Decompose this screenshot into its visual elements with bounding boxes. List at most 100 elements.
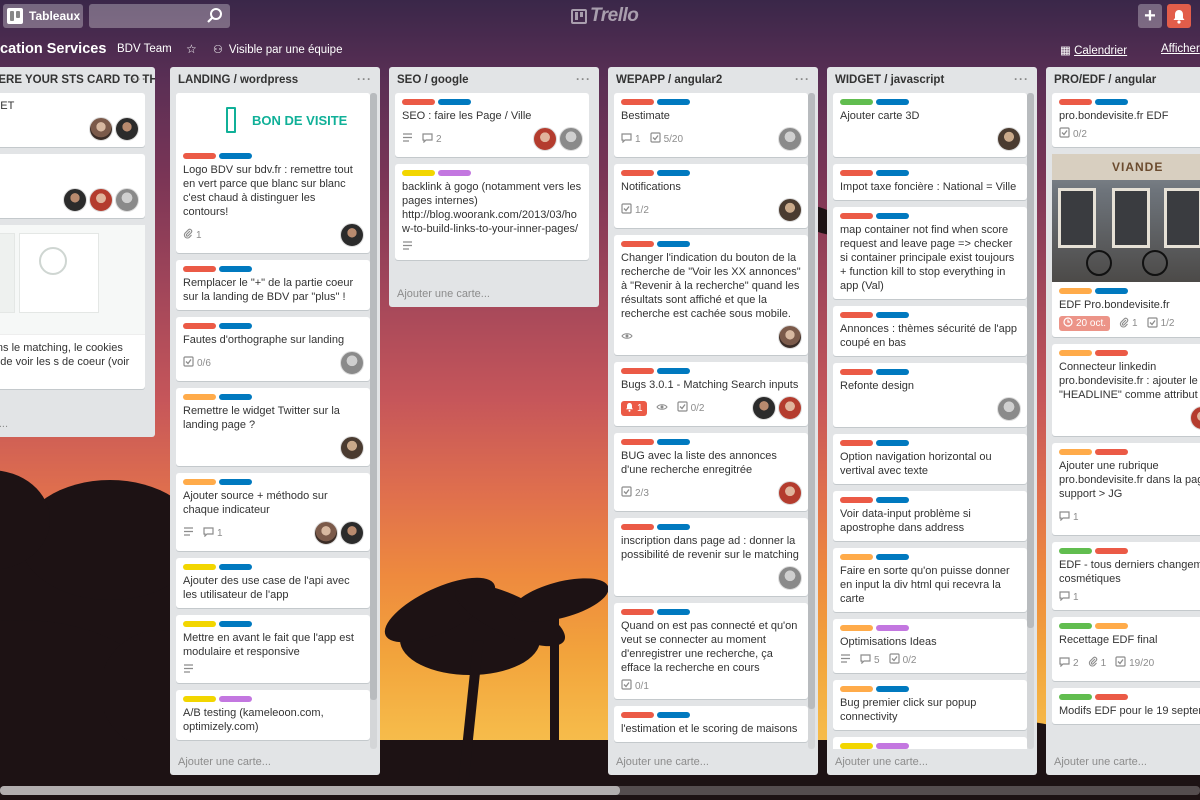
- member-avatar[interactable]: [559, 127, 583, 151]
- visibility-button[interactable]: ⚇ Visible par une équipe: [213, 43, 342, 56]
- list-title[interactable]: PRO/EDF / angular: [1046, 67, 1200, 93]
- list-menu-icon[interactable]: ···: [132, 72, 147, 86]
- member-avatar[interactable]: [89, 188, 113, 212]
- add-card-link[interactable]: une carte...: [0, 418, 8, 430]
- card[interactable]: [833, 737, 1027, 749]
- card[interactable]: Voir data-input problème si apostrophe d…: [833, 491, 1027, 541]
- card[interactable]: Mettre en avant le fait que l'app est mo…: [176, 615, 370, 683]
- list-title[interactable]: SEO / google: [389, 67, 599, 93]
- add-card-link[interactable]: Ajouter une carte...: [616, 756, 709, 768]
- card[interactable]: Changer l'indication du bouton de la rec…: [614, 235, 808, 355]
- list-menu-icon[interactable]: ···: [576, 72, 591, 86]
- card[interactable]: l'estimation et le scoring de maisons: [614, 706, 808, 742]
- card[interactable]: inscription dans page ad : donner la pos…: [614, 518, 808, 596]
- card[interactable]: Remplacer le "+" de la partie coeur sur …: [176, 260, 370, 310]
- card[interactable]: EDF - tous derniers changements cosmétiq…: [1052, 542, 1200, 610]
- list-title[interactable]: LANDING / wordpress: [170, 67, 380, 93]
- add-card-link[interactable]: Ajouter une carte...: [397, 288, 490, 300]
- card[interactable]: Impot taxe foncière : National = Ville: [833, 164, 1027, 200]
- member-avatar[interactable]: [778, 127, 802, 151]
- card[interactable]: SEO : faire les Page / Ville 2: [395, 93, 589, 157]
- card[interactable]: Modifs EDF pour le 19 septembre: [1052, 688, 1200, 724]
- scrollbar-thumb[interactable]: [370, 93, 377, 700]
- card[interactable]: VIANDE EDF Pro.bondevisite.fr 20 oct. 1 1/2: [1052, 154, 1200, 337]
- member-avatar[interactable]: [63, 188, 87, 212]
- member-avatar[interactable]: [778, 396, 802, 420]
- member-avatar[interactable]: [778, 481, 802, 505]
- member-avatar[interactable]: [997, 127, 1021, 151]
- add-card-link[interactable]: Ajouter une carte...: [835, 756, 928, 768]
- card[interactable]: Quand on est pas connecté et qu'on veut …: [614, 603, 808, 699]
- trello-logo[interactable]: Trello: [571, 5, 639, 27]
- star-icon[interactable]: ☆: [186, 42, 197, 56]
- list-title[interactable]: WIDGET / javascript: [827, 67, 1037, 93]
- card[interactable]: BON DE VISITE Logo BDV sur bdv.fr : remet…: [176, 93, 370, 253]
- card[interactable]: backlink à gogo (notamment vers les page…: [395, 164, 589, 260]
- card[interactable]: Ajouter des use case de l'api avec les u…: [176, 558, 370, 608]
- card[interactable]: Recettage EDF final 2 1 19/20: [1052, 617, 1200, 681]
- member-avatar[interactable]: [997, 397, 1021, 421]
- card[interactable]: Faire en sorte qu'on puisse donner en in…: [833, 548, 1027, 612]
- card[interactable]: pro.bondevisite.fr EDF 0/2: [1052, 93, 1200, 147]
- add-card-link[interactable]: Ajouter une carte...: [1054, 756, 1147, 768]
- card[interactable]: A/B testing (kameleoon.com, optimizely.c…: [176, 690, 370, 740]
- member-avatar[interactable]: [340, 521, 364, 545]
- member-avatar[interactable]: [89, 117, 113, 141]
- member-avatar[interactable]: [115, 117, 139, 141]
- member-avatar[interactable]: [778, 566, 802, 590]
- badge-text: 2: [1073, 657, 1079, 669]
- list-menu-icon[interactable]: ···: [357, 72, 372, 86]
- card[interactable]: map container not find when score reques…: [833, 207, 1027, 299]
- board-title[interactable]: cation Services: [0, 41, 106, 57]
- list-scrollbar[interactable]: [808, 93, 815, 749]
- card[interactable]: RS WIDGET: [0, 93, 145, 147]
- calendar-button[interactable]: ▦ Calendrier: [1060, 43, 1127, 57]
- boards-button[interactable]: Tableaux: [3, 4, 83, 28]
- list-menu-icon[interactable]: ···: [795, 72, 810, 86]
- member-avatar[interactable]: [752, 396, 776, 420]
- member-avatar[interactable]: [1190, 406, 1200, 430]
- card[interactable]: Ajouter une rubrique pro.bondevisite.fr …: [1052, 443, 1200, 535]
- card[interactable]: Ajouter carte 3D: [833, 93, 1027, 157]
- card[interactable]: RS API3/6: [0, 154, 145, 218]
- card[interactable]: Refonte design: [833, 363, 1027, 427]
- card[interactable]: Optimisations Ideas 5 0/2: [833, 619, 1027, 673]
- scrollbar-thumb[interactable]: [1027, 93, 1034, 628]
- member-avatar[interactable]: [340, 351, 364, 375]
- card-container: pro.bondevisite.fr EDF 0/2 VIANDE EDF Pro.b…: [1046, 93, 1200, 749]
- team-name[interactable]: BDV Team: [117, 43, 172, 55]
- card[interactable]: BUG avec la liste des annonces d'une rec…: [614, 433, 808, 511]
- card[interactable]: Bug premier click sur popup connectivity: [833, 680, 1027, 730]
- card[interactable]: Bestimate 1 5/20: [614, 93, 808, 157]
- card[interactable]: Option navigation horizontal ou vertival…: [833, 434, 1027, 484]
- list-menu-icon[interactable]: ···: [1014, 72, 1029, 86]
- add-button[interactable]: +: [1138, 4, 1162, 28]
- member-avatar[interactable]: [340, 223, 364, 247]
- card[interactable]: Ajouter source + méthodo sur chaque indi…: [176, 473, 370, 551]
- card[interactable]: Fautes d'orthographe sur landing 0/6: [176, 317, 370, 381]
- member-avatar[interactable]: [778, 198, 802, 222]
- member-avatar[interactable]: [314, 521, 338, 545]
- member-avatar[interactable]: [778, 325, 802, 349]
- scrollbar-thumb[interactable]: [808, 93, 815, 709]
- card[interactable]: Bugs 3.0.1 - Matching Search inputs 1 0/2: [614, 362, 808, 426]
- notifications-button[interactable]: [1167, 4, 1191, 28]
- search-icon[interactable]: [206, 7, 224, 25]
- card[interactable]: Notifications 1/2: [614, 164, 808, 228]
- search-input[interactable]: [89, 4, 230, 28]
- horizontal-scrollbar[interactable]: [0, 786, 1200, 795]
- member-avatar[interactable]: [533, 127, 557, 151]
- list-scrollbar[interactable]: [1027, 93, 1034, 749]
- list-title[interactable]: WEPAPP / angular2: [608, 67, 818, 93]
- card[interactable]: r l'app dans le matching, le cookies emp…: [0, 225, 145, 389]
- list-scrollbar[interactable]: [370, 93, 377, 749]
- card[interactable]: Remettre le widget Twitter sur la landin…: [176, 388, 370, 466]
- scrollbar-thumb[interactable]: [0, 786, 620, 795]
- member-avatar[interactable]: [115, 188, 139, 212]
- clock-badge[interactable]: 20 oct.: [1059, 316, 1111, 331]
- card[interactable]: Connecteur linkedin pro.bondevisite.fr :…: [1052, 344, 1200, 436]
- show-menu-button[interactable]: Afficher: [1161, 43, 1200, 55]
- member-avatar[interactable]: [340, 436, 364, 460]
- add-card-link[interactable]: Ajouter une carte...: [178, 756, 271, 768]
- card[interactable]: Annonces : thèmes sécurité de l'app coup…: [833, 306, 1027, 356]
